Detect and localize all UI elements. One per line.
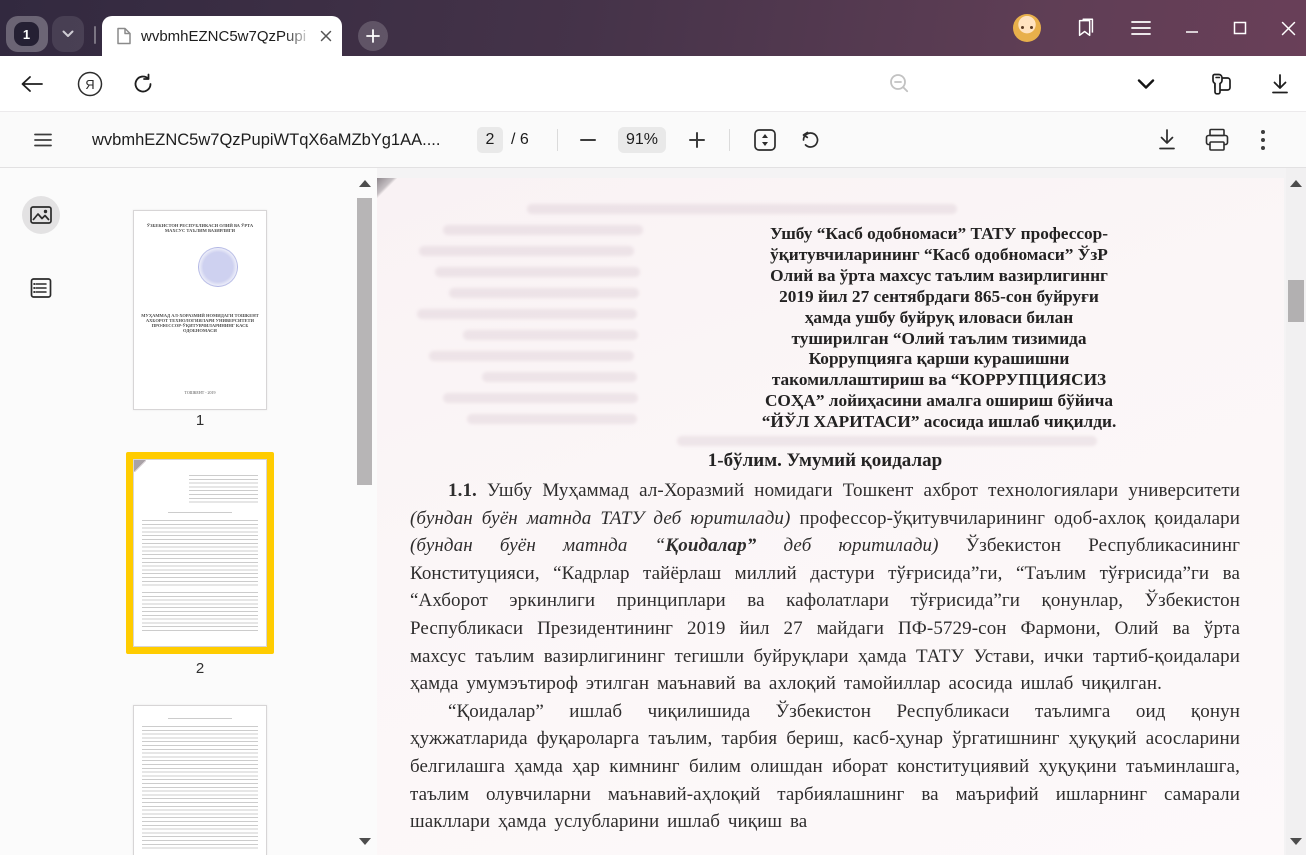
rotate-button[interactable] [798,128,822,152]
maximize-button[interactable] [1233,21,1247,35]
menu-icon[interactable] [1131,20,1151,36]
thumb1-footer-text: ТОШКЕНТ - 2019 [134,390,266,395]
image-icon [29,203,53,227]
thumbnail-1-label: 1 [133,412,267,429]
scroll-down-arrow[interactable] [359,838,371,845]
reload-button[interactable] [131,72,155,96]
document-body: 1-бўлим. Умумий қоидалар 1.1. Ушбу Муҳам… [410,450,1240,836]
thumbnail-2-label: 2 [133,660,267,677]
pdf-viewer: ЎЗБЕКИСТОН РЕСПУБЛИКАСИ ОЛИЙ ВА ЎРТА МАХ… [0,168,1306,855]
pdf-filename: wvbmhEZNC5w7QzPupiWTqX6aMZbYg1AA.... [92,112,440,168]
paragraph-2: “Қоидалар” ишлаб чиқилишида Ўзбекистон Р… [410,698,1240,836]
find-in-page-icon[interactable] [888,72,912,96]
thumbnail-page-1[interactable]: ЎЗБЕКИСТОН РЕСПУБЛИКАСИ ОЛИЙ ВА ЎРТА МАХ… [133,210,267,410]
navigation-bar: Я static.tuit.uz wvbmhEZNC5w7QzPupiWTqX6… [0,56,1306,112]
close-window-button[interactable] [1281,21,1296,36]
page-fold-artifact [134,460,146,472]
tab-counter-badge: 1 [14,22,39,46]
back-button[interactable] [20,74,44,94]
sidebar-scrollbar[interactable] [356,168,375,855]
thumbnail-page-3[interactable] [133,705,267,855]
toolbar-separator [557,129,558,151]
close-tab-icon[interactable] [320,30,332,42]
section-heading: 1-бўлим. Умумий қоидалар [410,450,1240,472]
plus-icon [366,29,380,43]
print-button[interactable] [1204,128,1230,152]
pdf-sidebar-toggle[interactable] [34,133,52,147]
svg-text:Я: Я [85,77,94,92]
page-number-input[interactable]: 2 [477,127,503,153]
thumbnails-view-button[interactable] [22,196,60,234]
active-tab[interactable]: wvbmhEZNC5w7QzPupi [102,16,342,56]
intro-paragraph: Ушбу “Касб одобномаси” ТАТУ профессор- ў… [639,224,1239,433]
thumbnail-page-2-selected[interactable] [126,452,274,654]
tab-counter[interactable]: 1 [6,16,48,52]
minimize-button[interactable] [1185,21,1199,35]
titlebar: 1 wvbmhEZNC5w7QzPupi [0,0,1306,56]
toolbar-separator [729,129,730,151]
tab-list-chevron[interactable] [52,16,84,52]
fit-page-button[interactable] [752,127,778,153]
more-actions-chevron[interactable] [1137,78,1155,90]
main-scrollbar[interactable] [1286,168,1306,855]
browser-window: 1 wvbmhEZNC5w7QzPupi [0,0,1306,855]
pdf-more-button[interactable] [1260,129,1266,151]
paragraph-1-1: 1.1. Ушбу Муҳаммад ал-Хоразмий номидаги … [410,477,1240,698]
zoom-out-button[interactable] [580,132,596,148]
scroll-down-arrow[interactable] [1290,838,1302,845]
stamp-seal [198,247,238,287]
page-total: / 6 [511,112,529,168]
browser-panel-icon[interactable] [1206,71,1234,97]
pdf-download-button[interactable] [1156,128,1178,152]
zoom-in-button[interactable] [689,132,705,148]
download-button[interactable] [1268,72,1292,96]
chevron-down-icon [1137,78,1155,90]
chevron-down-icon [62,30,74,38]
page-curl-artifact [377,178,397,198]
pdf-toolbar: wvbmhEZNC5w7QzPupiWTqX6aMZbYg1AA.... 2 /… [0,112,1306,168]
scroll-up-arrow[interactable] [1290,180,1302,187]
thumbnail-sidebar: ЎЗБЕКИСТОН РЕСПУБЛИКАСИ ОЛИЙ ВА ЎРТА МАХ… [0,168,377,855]
avatar[interactable] [1013,14,1041,42]
tab-title: wvbmhEZNC5w7QzPupi [141,28,316,45]
main-scroll-thumb[interactable] [1288,280,1304,322]
zoom-level[interactable]: 91% [618,127,666,153]
sidebar-scroll-thumb[interactable] [357,198,372,485]
thumb1-title-text: МУҲАММАД АЛ-ХОРАЗМИЙ НОМИДАГИ ТОШКЕНТ АХ… [141,313,260,333]
scroll-up-arrow[interactable] [359,180,371,187]
yandex-logo[interactable]: Я [76,70,104,98]
list-icon [29,276,53,300]
new-tab-button[interactable] [358,21,388,51]
outline-view-button[interactable] [29,276,53,300]
document-icon [116,27,132,45]
bookmarks-icon[interactable] [1075,17,1097,39]
thumb1-header-text: ЎЗБЕКИСТОН РЕСПУБЛИКАСИ ОЛИЙ ВА ЎРТА МАХ… [145,223,256,233]
pdf-page-2: Ушбу “Касб одобномаси” ТАТУ профессор- ў… [377,178,1284,855]
tab-separator [94,26,96,44]
